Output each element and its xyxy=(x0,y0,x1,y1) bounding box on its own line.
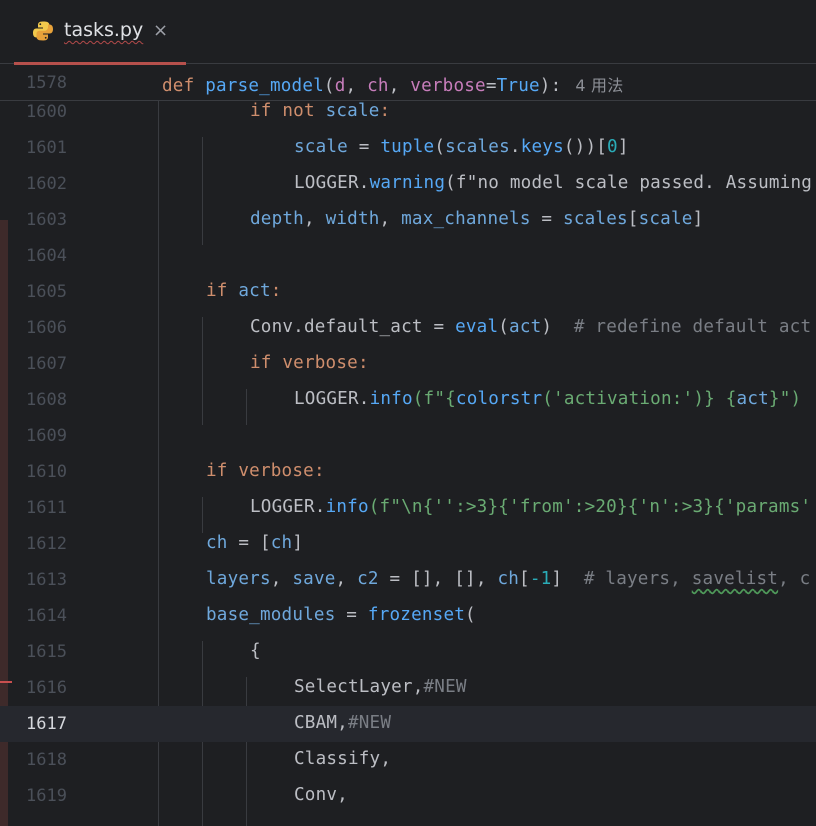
code-text: if act: xyxy=(206,281,282,301)
current-code-line[interactable]: 1617 CBAM,#NEW xyxy=(0,706,816,742)
line-number: 1617 xyxy=(26,714,67,734)
line-number: 1611 xyxy=(26,498,67,518)
line-number: 1601 xyxy=(26,138,67,158)
code-text: Conv.default_act = eval(act) # redefine … xyxy=(250,317,812,337)
code-text: CBAM,#NEW xyxy=(294,713,392,733)
code-line[interactable]: 1608 LOGGER.info(f"{colorstr('activation… xyxy=(0,382,816,418)
code-line[interactable]: 1601 scale = tuple(scales.keys())[0] xyxy=(0,130,816,166)
line-number: 1600 xyxy=(26,102,67,122)
code-text: depth, width, max_channels = scales[scal… xyxy=(250,209,704,229)
code-line[interactable]: 1602 LOGGER.warning(f"no model scale pas… xyxy=(0,166,816,202)
tab-file-name: tasks.py xyxy=(64,19,144,41)
code-line[interactable]: 1609 xyxy=(0,418,816,454)
line-number: 1616 xyxy=(26,678,67,698)
code-text: { xyxy=(250,641,261,661)
code-text: if verbose: xyxy=(206,461,325,481)
code-line[interactable]: 1612 ch = [ch] xyxy=(0,526,816,562)
code-line[interactable]: 1618 Classify, xyxy=(0,742,816,778)
code-line[interactable]: 1614 base_modules = frozenset( xyxy=(0,598,816,634)
line-number: 1610 xyxy=(26,462,67,482)
usages-hint[interactable]: 4 用法 xyxy=(575,76,623,95)
line-number: 1604 xyxy=(26,246,67,266)
code-text: ch = [ch] xyxy=(206,533,304,553)
line-number: 1578 xyxy=(26,73,67,93)
python-icon xyxy=(33,21,53,41)
code-text: SelectLayer,#NEW xyxy=(294,677,467,697)
code-text: Classify, xyxy=(294,749,392,769)
code-line[interactable]: 1603 depth, width, max_channels = scales… xyxy=(0,202,816,238)
code-line[interactable]: 1604 xyxy=(0,238,816,274)
close-icon[interactable]: × xyxy=(153,20,168,41)
code-line[interactable]: 1611 LOGGER.info(f"\n{'':>3}{'from':>20}… xyxy=(0,490,816,526)
code-text: LOGGER.info(f"\n{'':>3}{'from':>20}{'n':… xyxy=(250,497,812,517)
code-text: scale = tuple(scales.keys())[0] xyxy=(294,137,629,157)
code-editor[interactable]: 1578 def parse_model(d, ch, verbose=True… xyxy=(0,65,816,826)
line-number: 1609 xyxy=(26,426,67,446)
code-text: def parse_model(d, ch, verbose=True): 4 用… xyxy=(162,76,624,96)
code-text: LOGGER.warning(f"no model scale passed. … xyxy=(294,173,813,193)
line-number: 1606 xyxy=(26,318,67,338)
code-line[interactable]: 1605 if act: xyxy=(0,274,816,310)
line-number: 1613 xyxy=(26,570,67,590)
code-text: Conv, xyxy=(294,785,348,805)
code-line[interactable]: 1615 { xyxy=(0,634,816,670)
code-text: layers, save, c2 = [], [], ch[-1] # laye… xyxy=(206,569,811,589)
line-number: 1612 xyxy=(26,534,67,554)
editor-tab-bar: tasks.py × xyxy=(0,0,816,65)
line-number: 1615 xyxy=(26,642,67,662)
line-number: 1605 xyxy=(26,282,67,302)
line-number: 1603 xyxy=(26,210,67,230)
code-text: if not scale: xyxy=(250,101,391,121)
line-number: 1618 xyxy=(26,750,67,770)
code-line[interactable]: 1610 if verbose: xyxy=(0,454,816,490)
code-line[interactable]: 1606 Conv.default_act = eval(act) # rede… xyxy=(0,310,816,346)
code-line[interactable]: 1616 SelectLayer,#NEW xyxy=(0,670,816,706)
line-number: 1608 xyxy=(26,390,67,410)
line-number: 1619 xyxy=(26,786,67,806)
code-line[interactable]: 1600 if not scale: xyxy=(0,94,816,130)
line-number: 1607 xyxy=(26,354,67,374)
code-line[interactable]: 1613 layers, save, c2 = [], [], ch[-1] #… xyxy=(0,562,816,598)
code-text: base_modules = frozenset( xyxy=(206,605,476,625)
code-line[interactable]: 1619 Conv, xyxy=(0,778,816,814)
code-text: LOGGER.info(f"{colorstr('activation:')} … xyxy=(294,389,802,409)
line-number: 1602 xyxy=(26,174,67,194)
line-number: 1614 xyxy=(26,606,67,626)
tab-tasks-py[interactable]: tasks.py × xyxy=(14,0,186,65)
code-line[interactable]: 1607 if verbose: xyxy=(0,346,816,382)
code-text: if verbose: xyxy=(250,353,369,373)
